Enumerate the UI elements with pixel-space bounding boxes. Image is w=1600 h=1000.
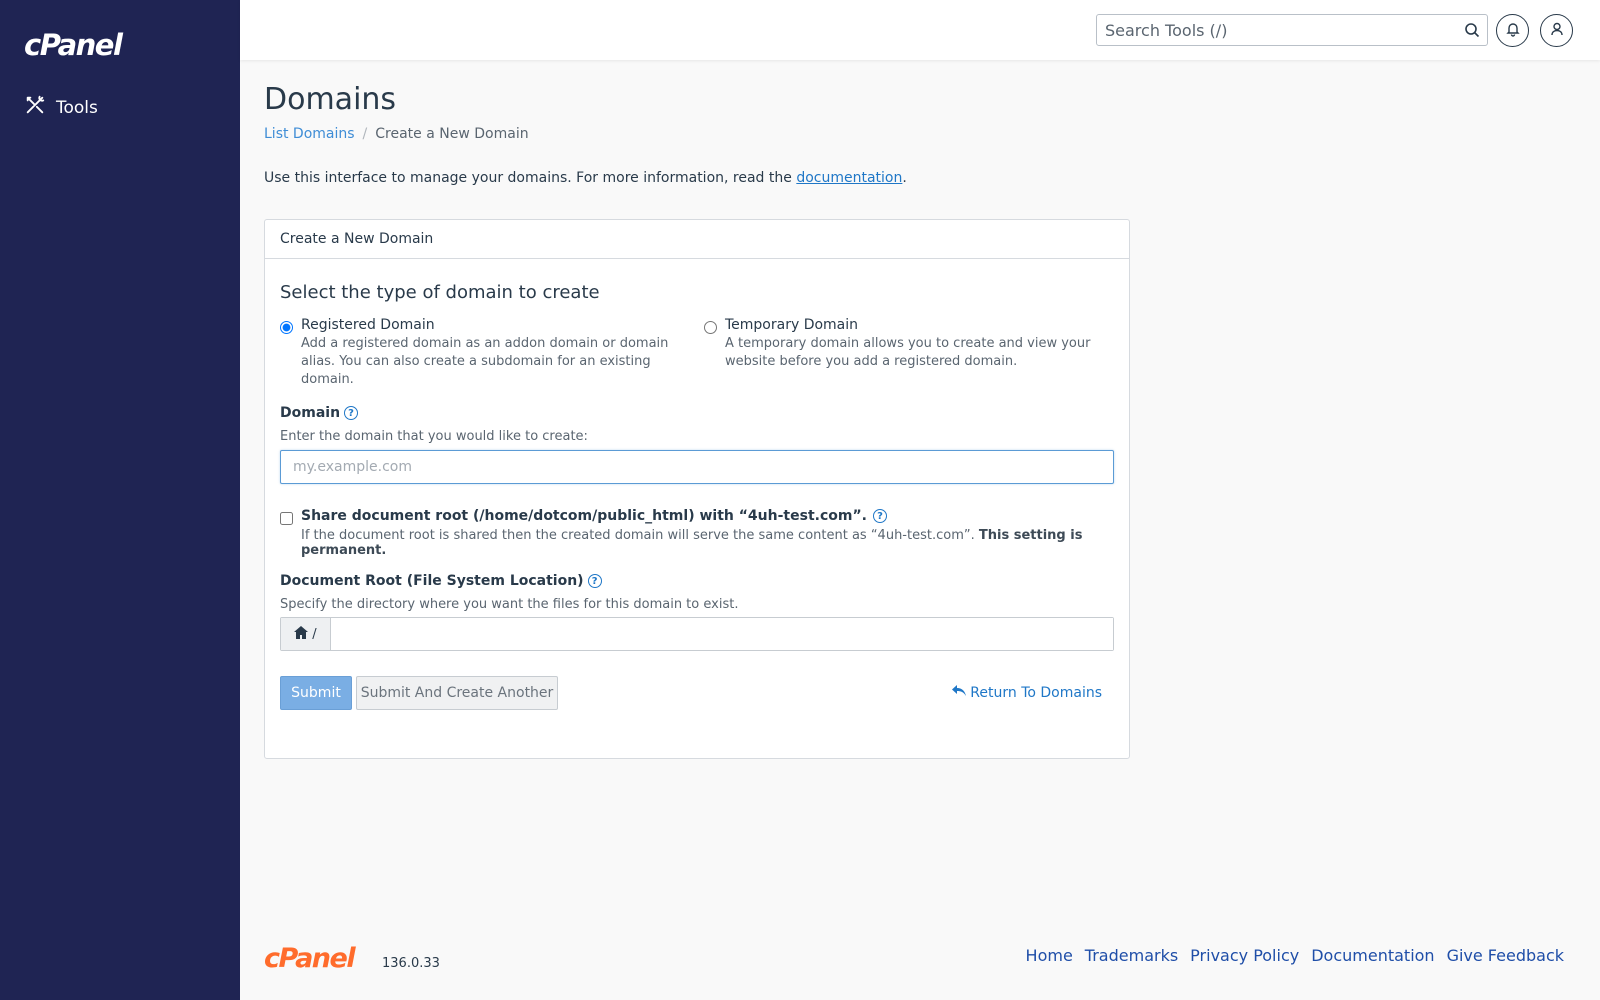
- search-icon[interactable]: [1457, 15, 1487, 45]
- cpanel-logo[interactable]: cPanel: [24, 28, 123, 62]
- share-docroot-desc: If the document root is shared then the …: [301, 528, 1129, 558]
- create-domain-card: Create a New Domain Select the type of d…: [264, 219, 1130, 759]
- sidebar-item-label: Tools: [56, 97, 98, 118]
- footer-version: 136.0.33: [382, 956, 440, 971]
- card-header: Create a New Domain: [265, 220, 1129, 259]
- share-docroot-checkbox[interactable]: [280, 512, 293, 525]
- page-title: Domains: [264, 82, 397, 117]
- footer-link-documentation[interactable]: Documentation: [1311, 946, 1434, 965]
- footer-cpanel-logo: cPanel: [264, 943, 356, 974]
- bell-icon: [1505, 21, 1521, 41]
- share-desc-text: If the document root is shared then the …: [301, 528, 979, 543]
- sidebar: cPanel Tools: [0, 0, 240, 1000]
- docroot-prefix: /: [281, 618, 331, 650]
- sidebar-item-tools[interactable]: Tools: [24, 94, 98, 121]
- notifications-button[interactable]: [1496, 14, 1529, 47]
- intro-text-end: .: [902, 170, 907, 186]
- domain-input[interactable]: [280, 450, 1114, 484]
- reply-arrow-icon: [952, 685, 967, 701]
- top-bar: [240, 0, 1600, 60]
- temporary-domain-desc: A temporary domain allows you to create …: [725, 336, 1091, 369]
- breadcrumb-list-domains[interactable]: List Domains: [264, 126, 355, 142]
- breadcrumb: List Domains / Create a New Domain: [264, 126, 529, 142]
- home-icon: [294, 625, 309, 643]
- domain-hint: Enter the domain that you would like to …: [280, 429, 588, 444]
- domain-label: Domain ?: [280, 405, 359, 421]
- footer-link-give-feedback[interactable]: Give Feedback: [1447, 946, 1564, 965]
- domain-label-text: Domain: [280, 405, 341, 421]
- submit-and-create-another-button[interactable]: Submit And Create Another: [356, 676, 558, 710]
- temporary-domain-option[interactable]: Temporary Domain A temporary domain allo…: [704, 317, 1105, 371]
- temporary-domain-label: Temporary Domain: [725, 317, 859, 333]
- registered-domain-radio[interactable]: [280, 321, 293, 334]
- documentation-link[interactable]: documentation: [796, 170, 902, 186]
- share-help-icon[interactable]: ?: [872, 509, 887, 523]
- breadcrumb-current: Create a New Domain: [375, 126, 529, 142]
- registered-domain-option[interactable]: Registered Domain Add a registered domai…: [280, 317, 681, 389]
- footer-link-trademarks[interactable]: Trademarks: [1085, 946, 1178, 965]
- share-docroot-label-text: Share document root (/home/dotcom/public…: [301, 508, 867, 524]
- search-input[interactable]: [1097, 15, 1457, 45]
- return-to-domains-link[interactable]: Return To Domains: [952, 685, 1102, 701]
- search-box: [1096, 14, 1488, 46]
- tools-icon: [24, 94, 46, 121]
- docroot-input-group: /: [280, 617, 1114, 651]
- docroot-input[interactable]: [331, 618, 1113, 650]
- footer-links: Home Trademarks Privacy Policy Documenta…: [1026, 946, 1564, 965]
- intro-text: Use this interface to manage your domain…: [264, 170, 907, 186]
- submit-button[interactable]: Submit: [280, 676, 352, 710]
- share-docroot-row: Share document root (/home/dotcom/public…: [280, 508, 1129, 558]
- footer-link-home[interactable]: Home: [1026, 946, 1073, 965]
- docroot-label-text: Document Root (File System Location): [280, 573, 584, 589]
- return-to-domains-label: Return To Domains: [970, 685, 1102, 701]
- registered-domain-label: Registered Domain: [301, 317, 435, 333]
- share-docroot-label[interactable]: Share document root (/home/dotcom/public…: [301, 508, 1129, 524]
- docroot-prefix-slash: /: [312, 626, 317, 642]
- docroot-hint: Specify the directory where you want the…: [280, 597, 739, 612]
- domain-help-icon[interactable]: ?: [344, 406, 359, 420]
- registered-domain-desc: Add a registered domain as an addon doma…: [301, 336, 669, 387]
- temporary-domain-radio[interactable]: [704, 321, 717, 334]
- user-menu-button[interactable]: [1540, 14, 1573, 47]
- breadcrumb-separator: /: [362, 126, 368, 142]
- intro-text-body: Use this interface to manage your domain…: [264, 170, 797, 186]
- section-title: Select the type of domain to create: [280, 282, 600, 303]
- docroot-help-icon[interactable]: ?: [587, 574, 602, 588]
- footer-link-privacy-policy[interactable]: Privacy Policy: [1190, 946, 1299, 965]
- docroot-label: Document Root (File System Location) ?: [280, 573, 602, 589]
- user-icon: [1549, 21, 1565, 41]
